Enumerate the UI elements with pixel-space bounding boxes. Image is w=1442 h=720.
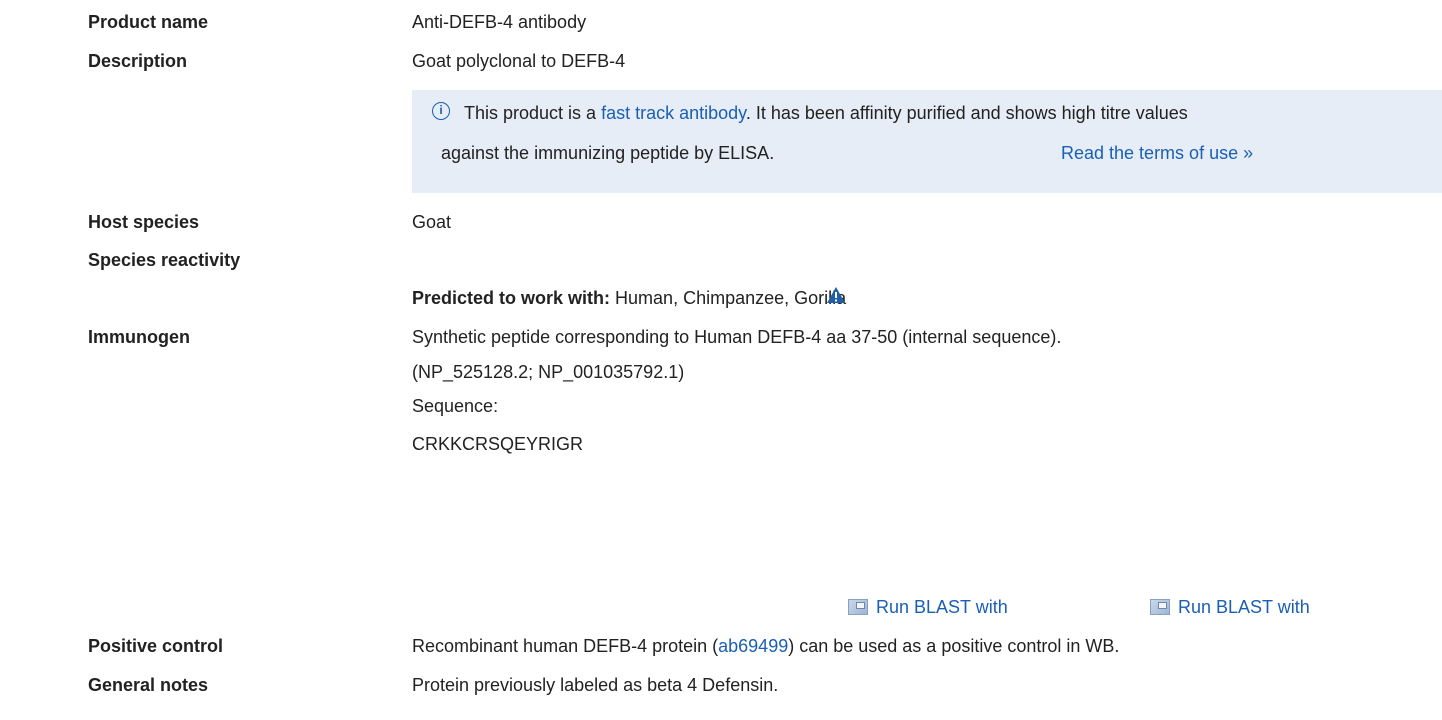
positive-control-label: Positive control <box>88 636 224 656</box>
host-species-value: Goat <box>412 212 452 232</box>
product-name-value: Anti-DEFB-4 antibody <box>412 12 587 32</box>
general-notes-label: General notes <box>88 675 209 695</box>
run-blast-left-label: Run BLAST with <box>876 597 1008 617</box>
positive-control-pre: Recombinant human DEFB-4 protein ( <box>412 636 719 656</box>
product-name-label: Product name <box>88 12 209 32</box>
note-line-2: against the immunizing peptide by ELISA. <box>441 143 775 163</box>
description-label: Description <box>88 51 188 71</box>
host-species-label: Host species <box>88 212 200 232</box>
description-value: Goat polyclonal to DEFB-4 <box>412 51 626 71</box>
ab69499-link[interactable]: ab69499 <box>718 636 788 656</box>
positive-control-value: Recombinant human DEFB-4 protein (ab6949… <box>412 636 1119 657</box>
fast-track-note: i This product is a fast track antibody.… <box>412 90 1442 193</box>
external-link-icon <box>848 599 868 615</box>
run-blast-left-link[interactable]: Run BLAST with <box>848 597 1008 618</box>
immunogen-line-2: (NP_525128.2; NP_001035792.1) <box>412 362 685 382</box>
general-notes-value: Protein previously labeled as beta 4 Def… <box>412 675 779 695</box>
note-text-post: . It has been affinity purified and show… <box>745 103 1188 123</box>
external-link-icon <box>1150 599 1170 615</box>
fast-track-antibody-link[interactable]: fast track antibody <box>601 103 746 123</box>
run-blast-right-label: Run BLAST with <box>1178 597 1310 617</box>
sequence-label: Sequence: <box>412 396 499 416</box>
info-icon: i <box>432 102 450 120</box>
read-terms-link[interactable]: Read the terms of use » <box>1061 143 1253 164</box>
immunogen-line-1: Synthetic peptide corresponding to Human… <box>412 327 1062 347</box>
predicted-value: Human, Chimpanzee, Gorilla <box>615 288 847 308</box>
immunogen-label: Immunogen <box>88 327 190 347</box>
note-line-1: This product is a fast track antibody. I… <box>464 103 1188 124</box>
species-reactivity-label: Species reactivity <box>88 250 241 270</box>
predicted-label: Predicted to work with: <box>412 288 611 308</box>
sequence-value: CRKKCRSQEYRIGR <box>412 434 584 454</box>
positive-control-post: ) can be used as a positive control in W… <box>788 636 1120 656</box>
predicted-species: Predicted to work with: Human, Chimpanze… <box>412 288 846 309</box>
run-blast-right-link[interactable]: Run BLAST with <box>1150 597 1310 618</box>
warning-icon[interactable] <box>826 286 846 304</box>
note-text-pre: This product is a <box>464 103 602 123</box>
